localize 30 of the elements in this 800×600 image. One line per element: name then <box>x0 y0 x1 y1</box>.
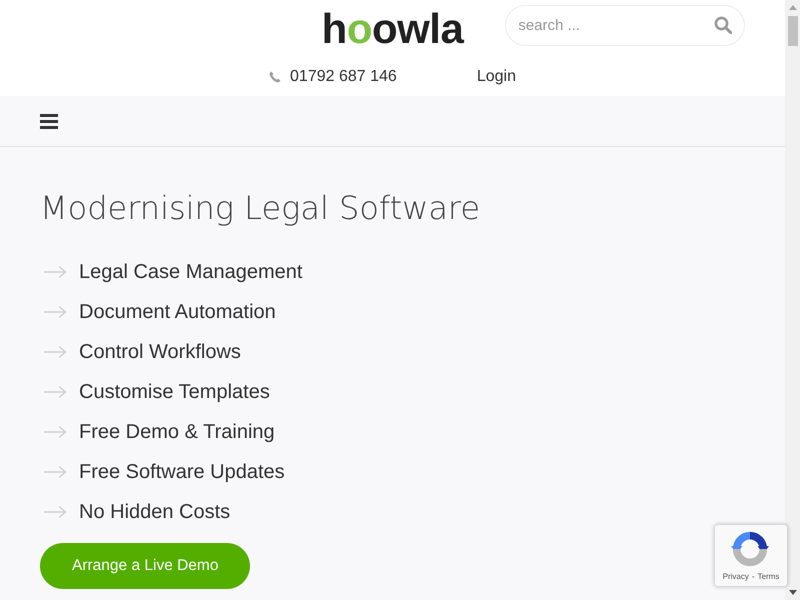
circular-arrows-icon <box>731 530 769 568</box>
feature-item: No Hidden Costs <box>79 500 230 524</box>
phone-number: 01792 687 146 <box>290 68 397 86</box>
feature-item: Customise Templates <box>79 380 270 404</box>
arrow-icon <box>44 466 67 478</box>
arrow-icon <box>44 346 67 358</box>
arrow-icon <box>44 426 67 438</box>
page-heading: Modernising Legal Software <box>40 189 480 227</box>
link-separator: - <box>752 572 755 581</box>
arrow-icon <box>44 386 67 398</box>
scroll-down-icon[interactable] <box>788 590 796 595</box>
feature-item: Free Demo & Training <box>79 420 275 444</box>
feature-item: Document Automation <box>79 300 276 324</box>
feature-item: Control Workflows <box>79 340 241 364</box>
feature-item: Legal Case Management <box>79 260 302 284</box>
login-link[interactable]: Login <box>476 68 516 86</box>
terms-link[interactable]: Terms <box>758 572 780 581</box>
search-field[interactable]: search ... <box>505 5 746 46</box>
arrow-icon <box>44 506 67 518</box>
scrollbar-thumb[interactable] <box>788 16 798 46</box>
arrow-icon <box>44 306 67 318</box>
menu-icon[interactable] <box>40 114 58 128</box>
feature-item: Free Software Updates <box>79 460 285 484</box>
search-icon[interactable] <box>714 16 732 34</box>
scrollbar[interactable] <box>785 0 800 600</box>
privacy-link[interactable]: Privacy <box>722 572 749 581</box>
phone-icon <box>269 71 282 83</box>
scroll-up-icon[interactable] <box>788 5 796 10</box>
arrow-icon <box>44 266 67 278</box>
logo[interactable]: hoowla <box>322 5 464 53</box>
